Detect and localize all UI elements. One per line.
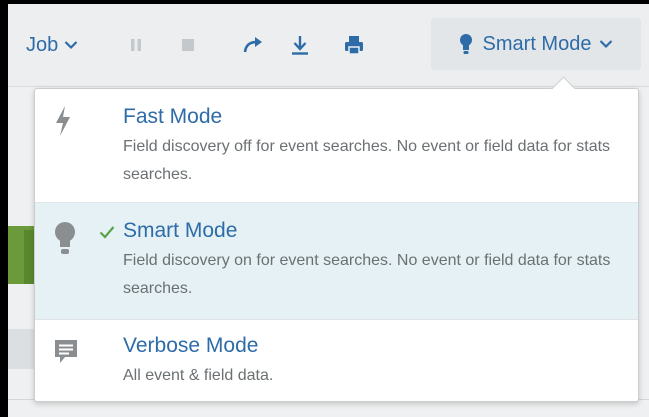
- chevron-down-icon: [600, 40, 613, 49]
- job-menu-button[interactable]: Job: [26, 30, 78, 60]
- menu-item-title: Fast Mode: [123, 105, 223, 128]
- timeline-bar: [24, 230, 34, 284]
- menu-item-description: All event & field data.: [123, 367, 274, 384]
- search-mode-menu: Fast Mode Field discovery off for event …: [34, 76, 639, 402]
- print-icon[interactable]: [343, 34, 365, 56]
- lightning-bolt-icon: [56, 106, 70, 136]
- checkmark-icon: [99, 226, 115, 239]
- menu-item-smart-mode[interactable]: Smart Mode Field discovery on for event …: [35, 203, 638, 320]
- chevron-down-icon: [64, 41, 78, 50]
- menu-item-title: Smart Mode: [123, 219, 238, 242]
- menu-item-title: Verbose Mode: [123, 334, 259, 357]
- job-label: Job: [26, 33, 59, 56]
- search-toolbar: Job Smart Mode: [8, 4, 649, 87]
- menu-item-fast-mode[interactable]: Fast Mode Field discovery off for event …: [35, 89, 638, 203]
- search-page: Job Smart Mode Fast Mode Field discovery…: [8, 4, 649, 417]
- menu-item-description: Field discovery off for event searches. …: [123, 138, 611, 183]
- search-mode-button[interactable]: Smart Mode: [431, 18, 641, 70]
- lightbulb-icon: [459, 34, 472, 54]
- speech-bubble-icon: [55, 340, 77, 363]
- stop-icon[interactable]: [180, 37, 196, 53]
- share-icon[interactable]: [242, 35, 264, 55]
- lightbulb-icon: [55, 222, 75, 254]
- menu-item-verbose-mode[interactable]: Verbose Mode All event & field data.: [35, 320, 638, 401]
- export-icon[interactable]: [290, 34, 310, 56]
- pause-icon[interactable]: [128, 37, 144, 53]
- menu-item-description: Field discovery on for event searches. N…: [123, 252, 611, 297]
- search-mode-label: Smart Mode: [482, 32, 592, 55]
